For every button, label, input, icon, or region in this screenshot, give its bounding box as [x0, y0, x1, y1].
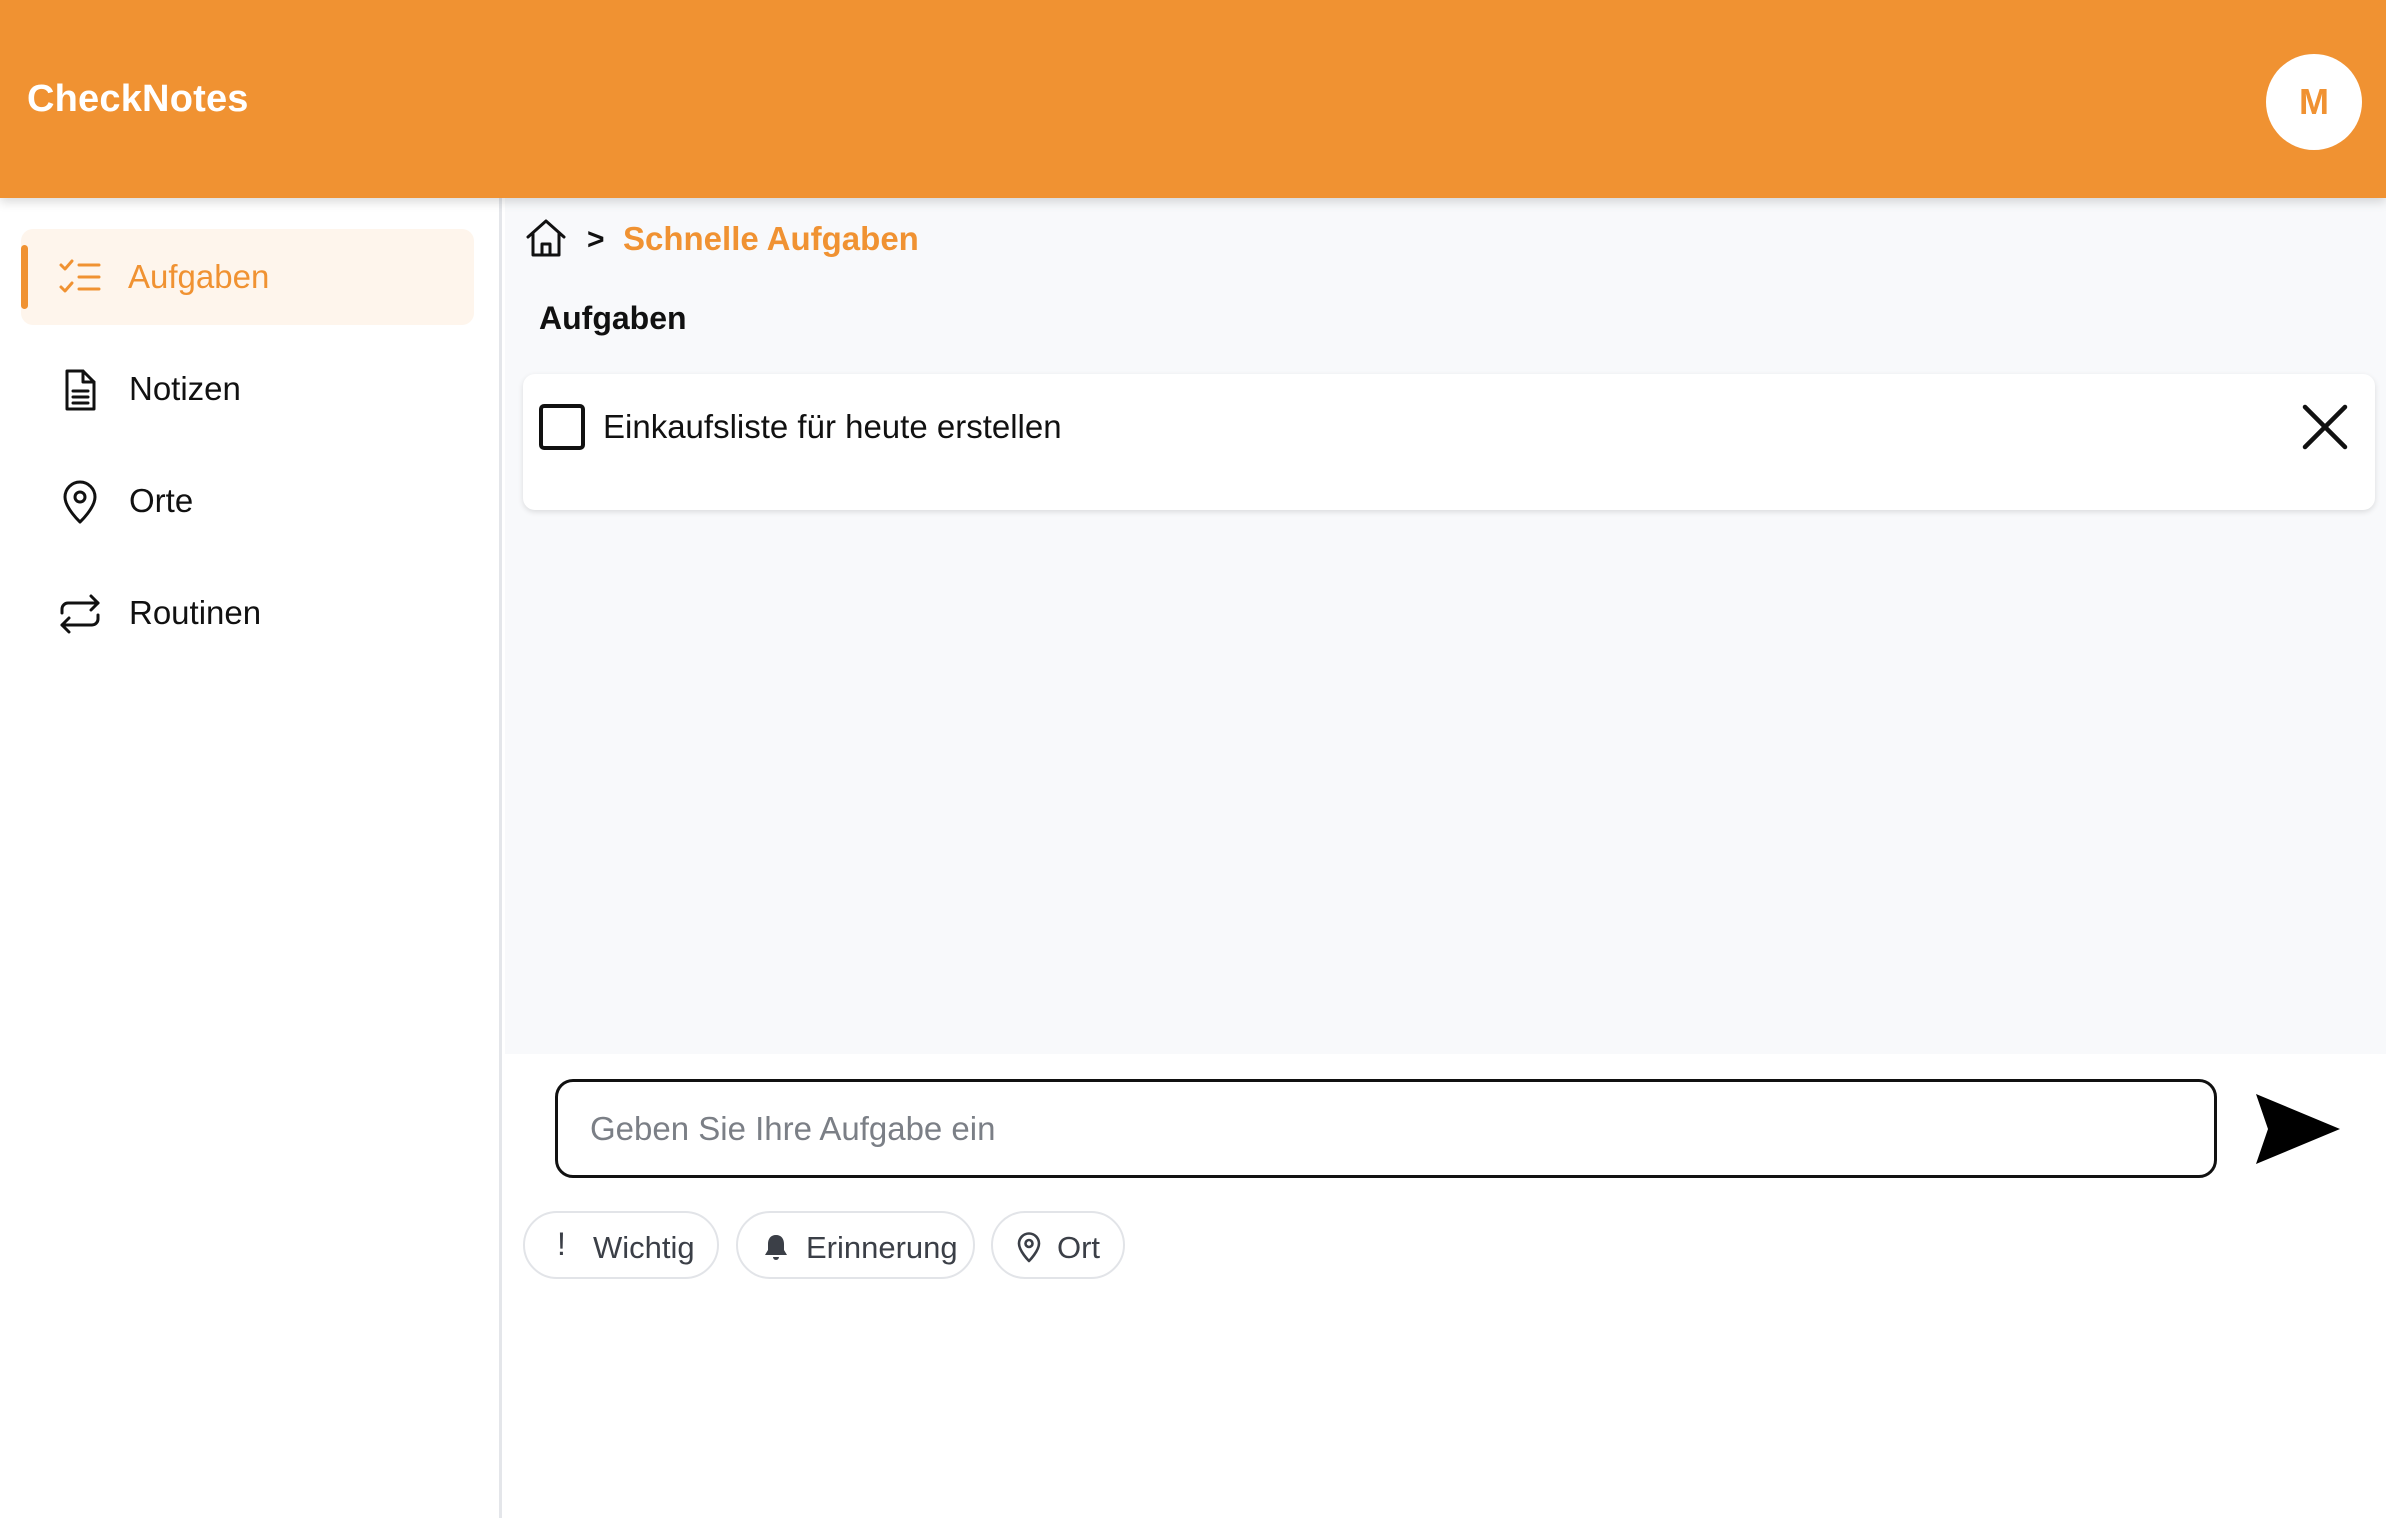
user-avatar[interactable]: M: [2266, 54, 2362, 150]
sidebar: Aufgaben Notizen Orte Routinen: [0, 198, 502, 1518]
chip-label: Ort: [1057, 1230, 1101, 1265]
exclamation-icon: !: [557, 1226, 566, 1262]
sidebar-item-label: Aufgaben: [128, 258, 270, 295]
sidebar-item-label: Routinen: [129, 594, 262, 631]
chip-label: Erinnerung: [806, 1230, 958, 1265]
page-title: Aufgaben: [539, 300, 687, 336]
app-title: CheckNotes: [27, 78, 249, 120]
task-list-icon: [59, 259, 101, 293]
sidebar-item-notizen[interactable]: Notizen: [21, 341, 474, 437]
sidebar-item-routinen[interactable]: Routinen: [21, 565, 474, 661]
document-icon: [65, 369, 96, 411]
close-icon[interactable]: [2298, 400, 2352, 454]
repeat-icon: [60, 594, 100, 634]
chip-erinnerung[interactable]: Erinnerung: [736, 1211, 975, 1279]
task-input[interactable]: [555, 1079, 2217, 1178]
send-icon[interactable]: [2252, 1090, 2342, 1168]
sidebar-item-orte[interactable]: Orte: [21, 453, 474, 549]
sidebar-item-label: Orte: [129, 482, 194, 519]
breadcrumb-separator: >: [587, 223, 605, 256]
sidebar-item-label: Notizen: [129, 370, 241, 407]
home-icon[interactable]: [524, 216, 568, 260]
task-checkbox[interactable]: [539, 404, 585, 450]
map-pin-icon: [63, 480, 97, 524]
active-indicator: [21, 245, 28, 309]
sidebar-item-aufgaben[interactable]: Aufgaben: [21, 229, 474, 325]
app-header: CheckNotes M: [0, 0, 2386, 198]
breadcrumb-current[interactable]: Schnelle Aufgaben: [623, 220, 919, 258]
task-text: Einkaufsliste für heute erstellen: [603, 408, 1062, 445]
task-item: Einkaufsliste für heute erstellen: [523, 374, 2375, 510]
chip-label: Wichtig: [593, 1230, 695, 1265]
main-content: [505, 198, 2386, 1054]
chip-wichtig[interactable]: ! Wichtig: [523, 1211, 719, 1279]
map-pin-icon: [1017, 1232, 1041, 1263]
chip-ort[interactable]: Ort: [991, 1211, 1125, 1279]
bell-icon: [765, 1235, 787, 1260]
